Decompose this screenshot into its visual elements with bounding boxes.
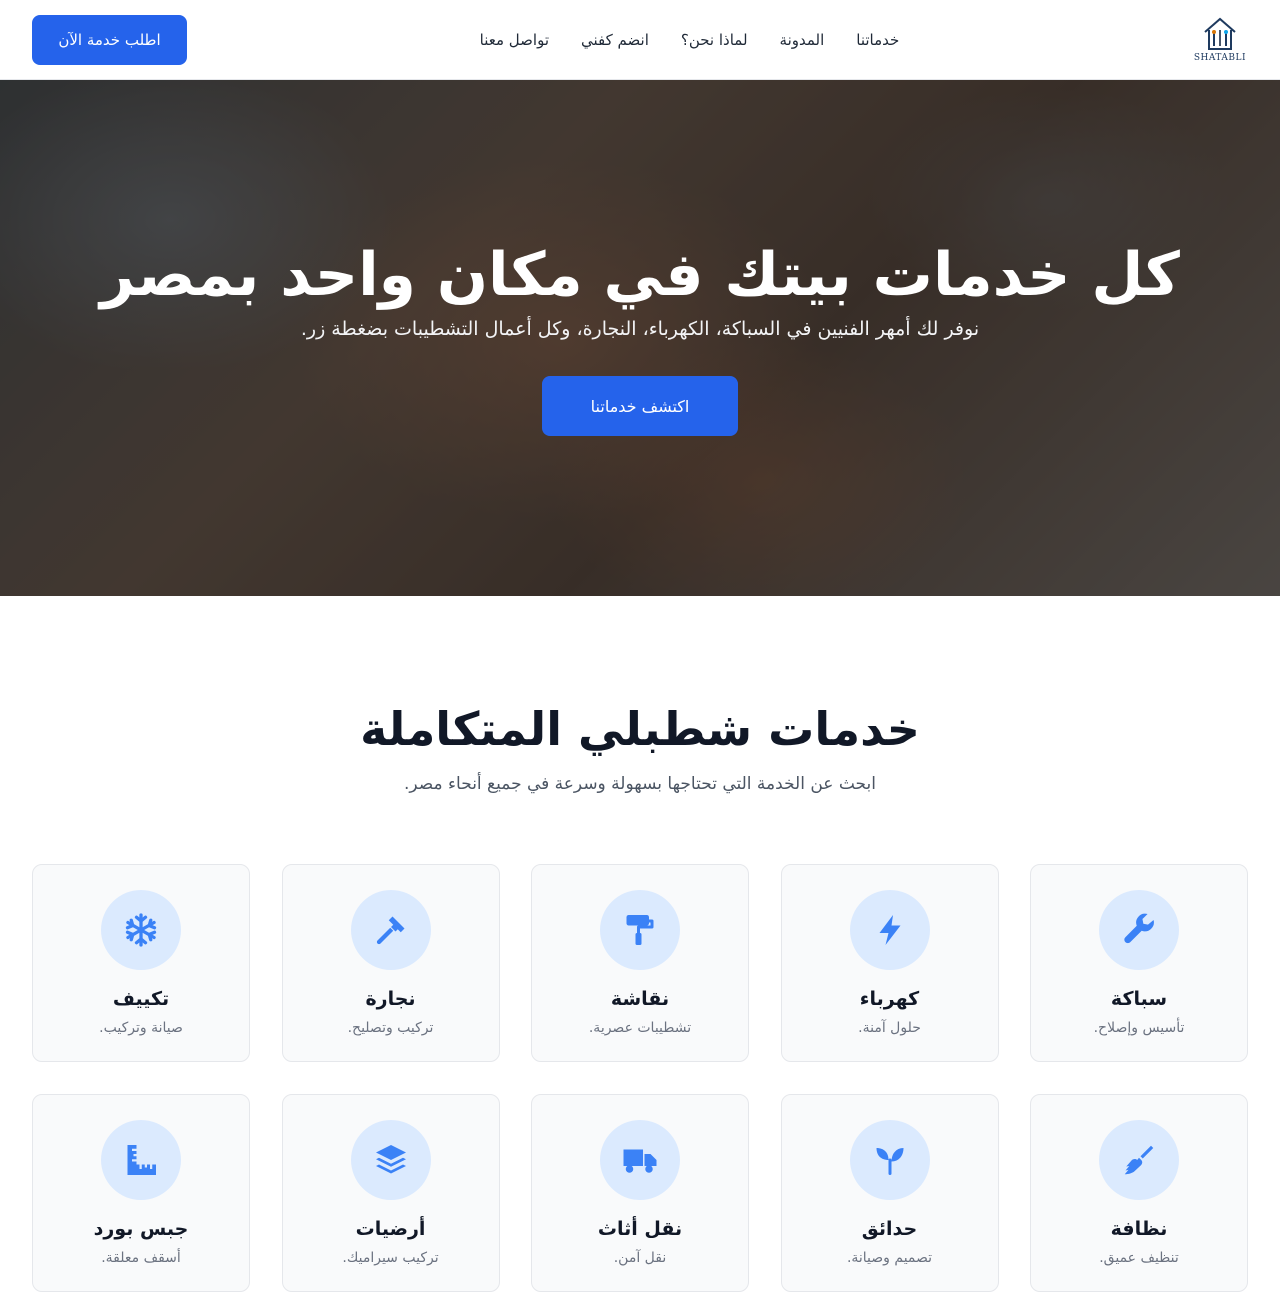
- icon-circle: [101, 1120, 181, 1200]
- service-desc: تركيب وتصليح.: [347, 1020, 434, 1036]
- nav-blog[interactable]: المدونة: [780, 31, 825, 49]
- service-card-moving[interactable]: نقل أثاث نقل آمن.: [531, 1094, 749, 1292]
- service-card-cleaning[interactable]: نظافة تنظيف عميق.: [1030, 1094, 1248, 1292]
- service-card-carpentry[interactable]: نجارة تركيب وتصليح.: [281, 864, 500, 1062]
- icon-circle: [1099, 1120, 1179, 1200]
- hero-section: كل خدمات بيتك في مكان واحد بمصر نوفر لك …: [0, 80, 1280, 596]
- service-desc: حلول آمنة.: [858, 1020, 921, 1036]
- service-card-electricity[interactable]: كهرباء حلول آمنة.: [780, 864, 999, 1062]
- services-grid: سباكة تأسيس وإصلاح. كهرباء حلول آمنة. نق…: [32, 864, 1248, 1292]
- hero-content: كل خدمات بيتك في مكان واحد بمصر نوفر لك …: [0, 80, 1280, 596]
- services-subtitle: ابحث عن الخدمة التي تحتاجها بسهولة وسرعة…: [404, 774, 876, 794]
- service-card-plumbing[interactable]: سباكة تأسيس وإصلاح.: [1030, 864, 1248, 1062]
- layers-icon: [375, 1145, 406, 1174]
- service-desc: أسقف معلقة.: [101, 1250, 181, 1266]
- request-service-button[interactable]: اطلب خدمة الآن: [32, 14, 187, 65]
- nav-services[interactable]: خدماتنا: [856, 31, 899, 49]
- services-title: خدمات شطبلي المتكاملة: [360, 702, 920, 756]
- nav-why-us[interactable]: لماذا نحن؟: [681, 31, 748, 49]
- service-title: نقاشة: [610, 988, 670, 1010]
- hero-title: كل خدمات بيتك في مكان واحد بمصر: [100, 240, 1180, 310]
- nav-contact[interactable]: تواصل معنا: [480, 31, 549, 49]
- service-card-gypsum-board[interactable]: جبس بورد أسقف معلقة.: [32, 1094, 250, 1292]
- service-title: سباكة: [1110, 988, 1168, 1010]
- icon-circle: [600, 1120, 680, 1200]
- bolt-icon: [879, 915, 900, 945]
- hero-subtitle: نوفر لك أمهر الفنيين في السباكة، الكهربا…: [300, 318, 980, 340]
- icon-circle: [350, 1120, 431, 1200]
- hammer-icon: [376, 916, 404, 945]
- paint-roller-icon: [626, 915, 654, 945]
- service-desc: تركيب سيراميك.: [342, 1250, 439, 1266]
- icon-circle: [849, 1120, 930, 1200]
- service-desc: صيانة وتركيب.: [99, 1020, 183, 1036]
- service-title: نظافة: [1110, 1218, 1168, 1240]
- service-desc: نقل آمن.: [613, 1250, 667, 1266]
- main-nav: خدماتنا المدونة لماذا نحن؟ انضم كفني توا…: [480, 31, 900, 49]
- service-title: نقل أثاث: [597, 1218, 683, 1240]
- service-title: كهرباء: [859, 988, 920, 1010]
- service-card-gardens[interactable]: حدائق تصميم وصيانة.: [780, 1094, 999, 1292]
- snowflake-icon: [125, 913, 157, 947]
- service-title: أرضيات: [355, 1218, 426, 1240]
- icon-circle: [101, 890, 181, 970]
- icon-circle: [849, 890, 930, 970]
- logo-text: SHATABLI: [1193, 53, 1247, 63]
- service-title: نجارة: [365, 988, 416, 1010]
- service-desc: تصميم وصيانة.: [846, 1250, 933, 1266]
- service-desc: تأسيس وإصلاح.: [1093, 1020, 1185, 1036]
- house-tools-icon: [1204, 17, 1236, 50]
- broom-icon: [1124, 1145, 1154, 1175]
- nav-join-technician[interactable]: انضم كفني: [581, 31, 649, 49]
- ruler-icon: [127, 1145, 156, 1175]
- wrench-icon: [1124, 913, 1154, 944]
- service-card-air-conditioning[interactable]: تكييف صيانة وتركيب.: [32, 864, 250, 1062]
- discover-services-button[interactable]: اكتشف خدماتنا: [542, 376, 738, 436]
- service-desc: تشطيبات عصرية.: [588, 1020, 692, 1036]
- service-title: حدائق: [861, 1218, 918, 1240]
- service-title: جبس بورد: [93, 1218, 189, 1240]
- site-header: اطلب خدمة الآن خدماتنا المدونة لماذا نحن…: [0, 0, 1280, 80]
- icon-circle: [600, 890, 680, 970]
- service-title: تكييف: [112, 988, 170, 1010]
- logo[interactable]: SHATABLI: [1192, 16, 1248, 63]
- truck-icon: [623, 1149, 657, 1173]
- seedling-icon: [876, 1148, 903, 1175]
- service-desc: تنظيف عميق.: [1099, 1250, 1179, 1266]
- service-card-painting[interactable]: نقاشة تشطيبات عصرية.: [531, 864, 749, 1062]
- service-card-flooring[interactable]: أرضيات تركيب سيراميك.: [281, 1094, 500, 1292]
- icon-circle: [1099, 890, 1179, 970]
- icon-circle: [350, 890, 431, 970]
